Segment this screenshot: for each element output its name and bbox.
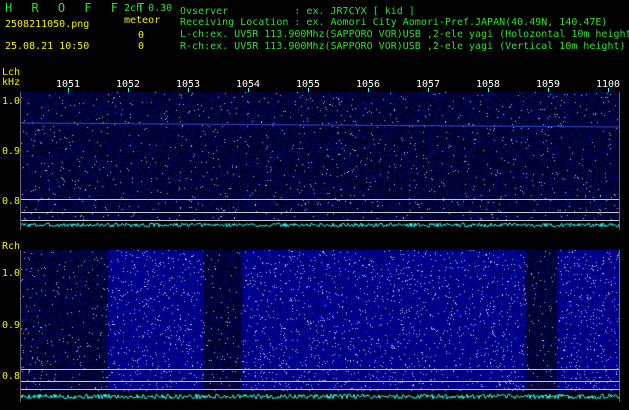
rch-label: Rch [2, 241, 21, 252]
rch-receiver-info: R-ch:ex. UV5R 113.900Mhz(SAPPORO VOR)USB… [180, 41, 626, 52]
capture-datetime: 25.08.21 10:50 [5, 41, 90, 52]
lch-ref-line-1 [20, 199, 620, 200]
lch-spectrogram [20, 92, 620, 230]
image-filename: 2508211050.png [5, 19, 90, 30]
lch-meteor-count: 0 [138, 30, 145, 41]
location-line: Receiving Location : ex. Aomori City Aom… [180, 17, 608, 28]
lch-freq-1-0: 1.0 [2, 96, 21, 107]
khz-label: kHz [2, 77, 21, 88]
rch-ref-line-1 [20, 369, 620, 370]
lch-right-border [619, 92, 620, 230]
rch-spectrogram [20, 250, 620, 402]
rch-freq-1-0: 1.0 [2, 268, 21, 279]
lch-ref-line-3 [20, 220, 620, 221]
rch-left-border [20, 250, 21, 402]
rch-ref-line-3 [20, 389, 620, 390]
lch-freq-0-9: 0.9 [2, 146, 21, 157]
mode-label: meteor [124, 15, 161, 26]
rch-freq-0-9: 0.9 [2, 320, 21, 331]
rch-freq-0-8: 0.8 [2, 371, 21, 382]
lch-left-border [20, 92, 21, 230]
channel-version: 2ch 0.30 [124, 3, 173, 14]
rch-meteor-count: 0 [138, 41, 145, 52]
observer-line: Ovserver : ex. JR7CYX [ kid ] [180, 6, 415, 17]
rch-right-border [619, 250, 620, 402]
rch-ref-line-2 [20, 381, 620, 382]
lch-freq-0-8: 0.8 [2, 196, 21, 207]
lch-ref-line-2 [20, 212, 620, 213]
lch-receiver-info: L-ch:ex. UV5R 113.900Mhz(SAPPORO VOR)USB… [180, 29, 629, 40]
